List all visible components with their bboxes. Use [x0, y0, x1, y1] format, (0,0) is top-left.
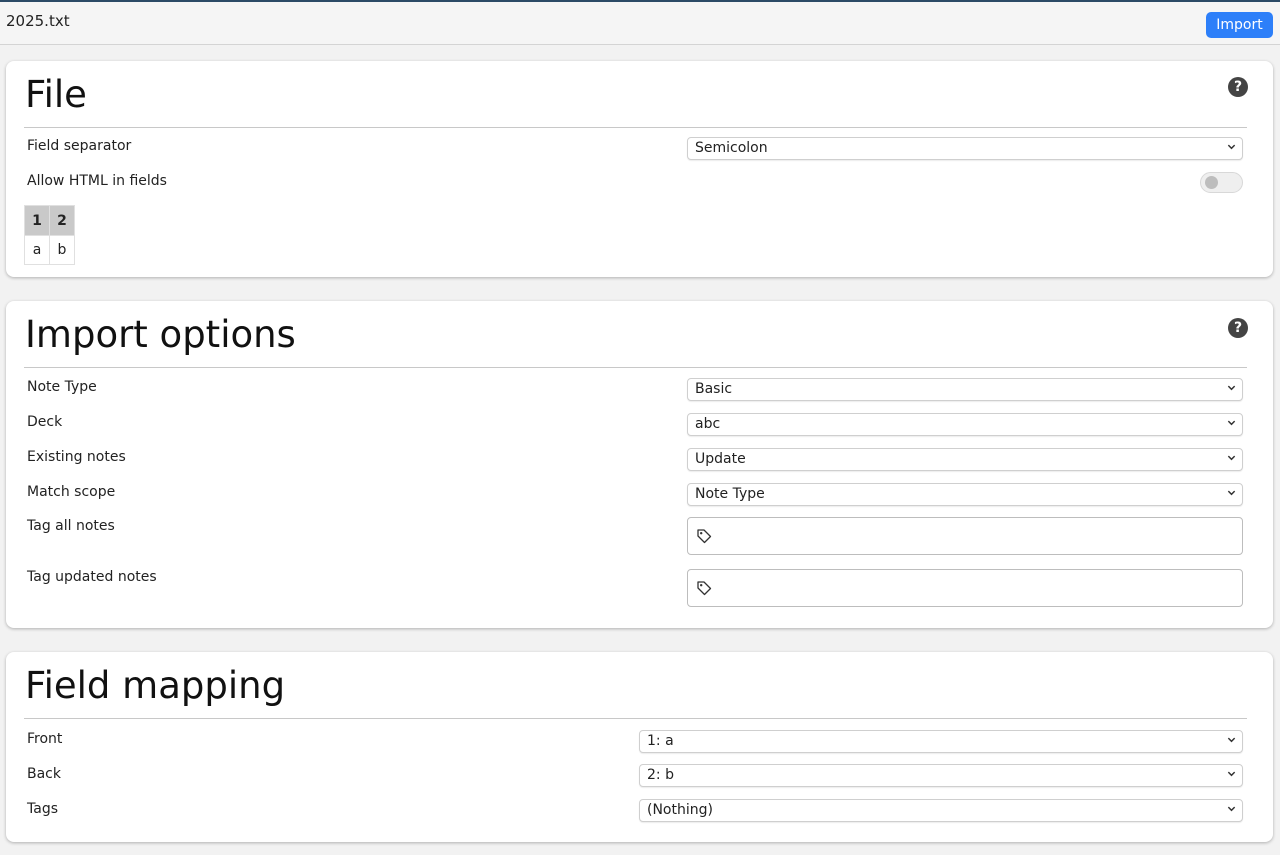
import-button[interactable]: Import [1206, 12, 1273, 38]
chevron-down-icon [1227, 385, 1236, 391]
preview-header-cell: 2 [49, 205, 75, 236]
deck-value: abc [695, 416, 721, 432]
allow-html-label: Allow HTML in fields [27, 173, 167, 189]
match-scope-select[interactable]: Note Type [687, 483, 1243, 506]
toggle-knob [1205, 176, 1218, 189]
preview-cell: b [49, 235, 75, 265]
mapping-label-back: Back [27, 766, 61, 782]
deck-label: Deck [27, 414, 63, 430]
match-scope-value: Note Type [695, 486, 765, 502]
note-type-label: Note Type [27, 379, 97, 395]
mapping-select-back[interactable]: 2: b [639, 764, 1243, 787]
allow-html-toggle[interactable] [1200, 172, 1243, 193]
chevron-down-icon [1227, 420, 1236, 426]
tag-all-notes-label: Tag all notes [27, 518, 115, 534]
file-name: 2025.txt [6, 12, 70, 30]
field-separator-value: Semicolon [695, 140, 768, 156]
field-mapping-title: Field mapping [25, 664, 286, 707]
note-type-value: Basic [695, 381, 733, 397]
chevron-down-icon [1227, 455, 1236, 461]
chevron-down-icon [1227, 737, 1236, 743]
existing-notes-value: Update [695, 451, 746, 467]
note-type-select[interactable]: Basic [687, 378, 1243, 401]
mapping-value-front: 1: a [647, 733, 674, 749]
tag-updated-notes-input[interactable] [687, 569, 1243, 607]
existing-notes-label: Existing notes [27, 449, 126, 465]
divider [24, 367, 1247, 368]
help-icon[interactable]: ? [1228, 77, 1248, 97]
file-section-title: File [25, 73, 87, 116]
chevron-down-icon [1227, 771, 1236, 777]
existing-notes-select[interactable]: Update [687, 448, 1243, 471]
match-scope-label: Match scope [27, 484, 116, 500]
chevron-down-icon [1227, 144, 1236, 150]
chevron-down-icon [1227, 806, 1236, 812]
mapping-label-front: Front [27, 731, 63, 747]
preview-row: a b [24, 235, 75, 265]
divider [24, 127, 1247, 128]
field-separator-select[interactable]: Semicolon [687, 137, 1243, 160]
field-mapping-card: Field mapping Front 1: a Back 2: b Tags … [6, 652, 1273, 842]
chevron-down-icon [1227, 490, 1236, 496]
preview-header-cell: 1 [24, 205, 50, 236]
help-icon[interactable]: ? [1228, 318, 1248, 338]
mapping-label-tags: Tags [27, 801, 58, 817]
mapping-select-tags[interactable]: (Nothing) [639, 799, 1243, 822]
preview-cell: a [24, 235, 50, 265]
import-options-card: Import options ? Note Type Basic Deck ab… [6, 301, 1273, 628]
tag-updated-notes-label: Tag updated notes [27, 569, 157, 585]
tag-icon [697, 529, 712, 544]
import-options-title: Import options [25, 313, 296, 356]
file-card: File ? Field separator Semicolon Allow H… [6, 61, 1273, 277]
mapping-select-front[interactable]: 1: a [639, 730, 1243, 753]
file-preview-table: 1 2 a b [24, 205, 75, 265]
deck-select[interactable]: abc [687, 413, 1243, 436]
field-separator-label: Field separator [27, 138, 132, 154]
preview-header-row: 1 2 [24, 205, 75, 236]
tag-icon [697, 581, 712, 596]
tag-all-notes-input[interactable] [687, 517, 1243, 555]
top-bar: 2025.txt Import [0, 0, 1280, 45]
divider [24, 718, 1247, 719]
mapping-value-tags: (Nothing) [647, 802, 713, 818]
mapping-value-back: 2: b [647, 767, 674, 783]
